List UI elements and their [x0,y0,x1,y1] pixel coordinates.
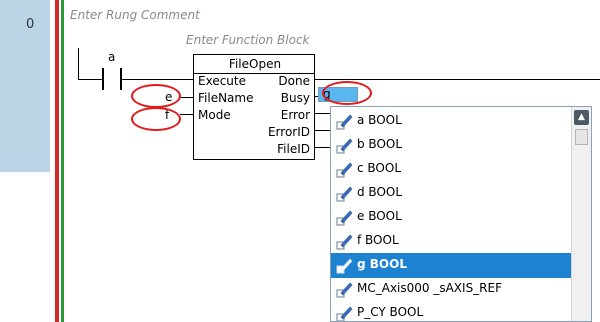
rung-wire [78,79,102,80]
variable-icon [336,234,353,250]
list-item-label: d BOOL [357,185,403,199]
variable-icon [336,186,353,202]
error-output-wire [315,113,330,114]
function-block-name: FileOpen [228,57,282,71]
list-item-label: c BOOL [357,161,402,175]
contact-a[interactable]: a [100,50,134,90]
list-item-label: f BOOL [357,233,399,247]
list-scrollbar[interactable]: ▲ [571,107,591,321]
pin-busy[interactable]: Busy [281,91,310,105]
highlight-ellipse-mode [131,107,181,131]
left-power-rail-red [55,0,59,322]
pin-execute[interactable]: Execute [198,74,246,88]
variable-icon [336,138,353,154]
left-power-rail-green [61,0,64,322]
mode-wire [180,114,193,115]
pin-fileid[interactable]: FileID [277,142,310,156]
rung-number: 0 [26,17,35,32]
list-item-e-bool[interactable]: e BOOL [331,205,571,230]
rung-comment-field[interactable]: Enter Rung Comment [70,8,200,22]
list-item-b-bool[interactable]: b BOOL [331,133,571,158]
list-item-d-bool[interactable]: d BOOL [331,181,571,206]
list-item-label: e BOOL [357,209,402,223]
variable-icon [336,162,353,178]
pin-errorid[interactable]: ErrorID [268,125,310,139]
execute-wire [122,79,193,80]
list-item-g-bool-selected[interactable]: g BOOL [331,253,571,278]
list-item-mc-axis000[interactable]: MC_Axis000 _sAXIS_REF [331,277,571,302]
contact-left-bar [102,68,104,90]
pin-done[interactable]: Done [278,74,310,88]
list-item-label: a BOOL [357,113,402,127]
errorid-output-wire [315,130,330,131]
scroll-up-arrow-icon[interactable]: ▲ [574,110,589,125]
pin-filename[interactable]: FileName [198,91,253,105]
pin-mode[interactable]: Mode [198,108,231,122]
rung-number-column[interactable] [0,0,50,172]
contact-variable-label: a [108,50,116,64]
list-item-label: b BOOL [357,137,403,151]
function-block-comment-field[interactable]: Enter Function Block [186,33,310,47]
variable-icon [336,114,353,130]
function-block-fileopen[interactable]: FileOpen Execute FileName Mode Done Busy… [193,54,315,160]
highlight-ellipse-busy [322,81,372,105]
pin-error[interactable]: Error [281,108,310,122]
list-item-label: MC_Axis000 _sAXIS_REF [357,281,503,295]
fileid-output-wire [315,147,330,148]
scroll-thumb[interactable] [575,129,588,145]
list-item-c-bool[interactable]: c BOOL [331,157,571,182]
done-output-wire [315,79,600,80]
variable-autocomplete-list[interactable]: a BOOL b BOOL c BOOL d BOOL e BOOL f BOO… [330,106,592,322]
list-item-label: g BOOL [357,257,407,271]
rung-branch-wire [78,48,79,80]
highlight-ellipse-filename [131,84,181,108]
filename-wire [180,97,193,98]
list-item-a-bool[interactable]: a BOOL [331,109,571,134]
list-item-f-bool[interactable]: f BOOL [331,229,571,254]
variable-icon [336,282,353,298]
variable-icon [336,306,353,321]
variable-icon [336,210,353,226]
list-item-label: P_CY BOOL [357,305,424,319]
variable-icon [336,258,353,274]
list-item-p-cy-bool[interactable]: P_CY BOOL [331,301,571,321]
